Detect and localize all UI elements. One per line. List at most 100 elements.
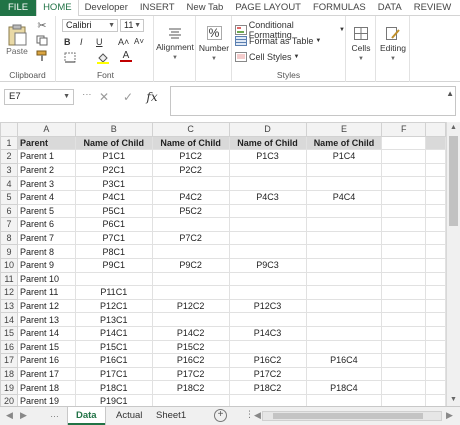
cell-c6[interactable]: P5C2	[151, 203, 230, 219]
cell-b6[interactable]: P5C1	[74, 203, 153, 219]
shrink-font-button[interactable]: A˅	[134, 37, 144, 46]
cell-b12[interactable]: P11C1	[74, 285, 153, 300]
cell-e15[interactable]	[305, 325, 383, 341]
vertical-scroll-thumb[interactable]	[449, 136, 458, 226]
cell-a12[interactable]: Parent 11	[16, 285, 76, 300]
cell-e3[interactable]	[305, 162, 383, 178]
underline-button[interactable]: U	[96, 37, 103, 47]
cell-g19[interactable]	[425, 380, 446, 395]
sheet-more-right[interactable]: ⋮	[245, 409, 254, 420]
cell-c9[interactable]	[151, 244, 230, 259]
cell-a9[interactable]: Parent 8	[16, 244, 76, 259]
font-size-dropdown[interactable]: 11 ▼	[120, 19, 144, 32]
ribbon-tab-file[interactable]: FILE	[0, 0, 37, 16]
cell-f6[interactable]	[381, 203, 427, 219]
cell-b1[interactable]: Name of Child	[74, 135, 153, 151]
row-header[interactable]: 13	[0, 298, 18, 314]
cell-f13[interactable]	[381, 298, 427, 314]
cell-c20[interactable]	[151, 393, 230, 406]
ribbon-tab-insert[interactable]: INSERT	[134, 0, 181, 16]
cell-f14[interactable]	[381, 312, 427, 327]
ribbon-tab-formulas[interactable]: FORMULAS	[307, 0, 372, 16]
cell-g9[interactable]	[425, 244, 446, 259]
fill-color-button[interactable]	[96, 52, 110, 64]
cell-f15[interactable]	[381, 325, 427, 341]
cell-g13[interactable]	[425, 298, 446, 314]
cut-button[interactable]: ✂	[33, 19, 51, 32]
cell-d13[interactable]: P12C3	[228, 298, 307, 314]
cell-b2[interactable]: P1C1	[74, 149, 153, 164]
column-header-d[interactable]: D	[228, 122, 307, 137]
cell-b15[interactable]: P14C1	[74, 325, 153, 341]
cell-g15[interactable]	[425, 325, 446, 341]
cell-a4[interactable]: Parent 3	[16, 176, 76, 191]
cell-e2[interactable]: P1C4	[305, 149, 383, 164]
cell-e20[interactable]	[305, 393, 383, 406]
cell-f12[interactable]	[381, 285, 427, 300]
cell-d3[interactable]	[228, 162, 307, 178]
cell-f16[interactable]	[381, 339, 427, 355]
scroll-down-icon[interactable]: ▼	[447, 394, 460, 406]
select-all-corner[interactable]	[0, 122, 18, 137]
cell-e1[interactable]: Name of Child	[305, 135, 383, 151]
cell-d19[interactable]: P18C2	[228, 380, 307, 395]
cell-a19[interactable]: Parent 18	[16, 380, 76, 395]
cell-c11[interactable]	[151, 271, 230, 287]
cell-c3[interactable]: P2C2	[151, 162, 230, 178]
number-button[interactable]: % Number ▼	[197, 20, 231, 68]
cell-g8[interactable]	[425, 230, 446, 246]
column-header-b[interactable]: B	[74, 122, 153, 137]
add-sheet-icon[interactable]: +	[214, 409, 227, 422]
cell-d20[interactable]	[228, 393, 307, 406]
column-header-f[interactable]: F	[381, 122, 427, 137]
cell-f7[interactable]	[381, 217, 427, 232]
cell-g2[interactable]	[425, 149, 446, 164]
cell-f20[interactable]	[381, 393, 427, 406]
cell-d8[interactable]	[228, 230, 307, 246]
ribbon-tab-page-layout[interactable]: PAGE LAYOUT	[229, 0, 307, 16]
borders-button[interactable]	[64, 52, 76, 63]
grow-font-button[interactable]: A˄	[118, 37, 129, 47]
cell-g10[interactable]	[425, 257, 446, 273]
cell-d5[interactable]: P4C3	[228, 189, 307, 205]
cell-d17[interactable]: P16C2	[228, 353, 307, 368]
cell-b20[interactable]: P19C1	[74, 393, 153, 406]
cell-b3[interactable]: P2C1	[74, 162, 153, 178]
cell-c17[interactable]: P16C2	[151, 353, 230, 368]
cell-c12[interactable]	[151, 285, 230, 300]
cell-g7[interactable]	[425, 217, 446, 232]
cell-f8[interactable]	[381, 230, 427, 246]
column-header-g[interactable]	[425, 122, 446, 137]
horizontal-scroll-thumb[interactable]	[273, 413, 423, 419]
cell-d16[interactable]	[228, 339, 307, 355]
cell-b19[interactable]: P18C1	[74, 380, 153, 395]
cell-b13[interactable]: P12C1	[74, 298, 153, 314]
name-box[interactable]: E7 ▼	[4, 89, 74, 105]
cell-e16[interactable]	[305, 339, 383, 355]
row-header[interactable]: 4	[0, 176, 18, 191]
cell-d7[interactable]	[228, 217, 307, 232]
cell-b11[interactable]	[74, 271, 153, 287]
cell-c19[interactable]: P18C2	[151, 380, 230, 395]
cell-b10[interactable]: P9C1	[74, 257, 153, 273]
cell-b18[interactable]: P17C1	[74, 366, 153, 382]
cell-e10[interactable]	[305, 257, 383, 273]
cell-b14[interactable]: P13C1	[74, 312, 153, 327]
cancel-icon[interactable]: ✕	[92, 90, 116, 104]
cell-e5[interactable]: P4C4	[305, 189, 383, 205]
cell-f5[interactable]	[381, 189, 427, 205]
format-as-table-button[interactable]: Format as Table ▼	[235, 36, 321, 46]
cell-d6[interactable]	[228, 203, 307, 219]
horizontal-scrollbar[interactable]	[262, 411, 442, 421]
ribbon-tab-new-tab[interactable]: New Tab	[181, 0, 230, 16]
cell-a1[interactable]: Parent	[16, 135, 76, 151]
cell-a20[interactable]: Parent 19	[16, 393, 76, 406]
cell-d18[interactable]: P17C2	[228, 366, 307, 382]
sheet-tab-data[interactable]: Data	[68, 407, 105, 425]
column-header-c[interactable]: C	[151, 122, 230, 137]
cell-c10[interactable]: P9C2	[151, 257, 230, 273]
cell-e8[interactable]	[305, 230, 383, 246]
cell-c16[interactable]: P15C2	[151, 339, 230, 355]
sheet-tab-actual[interactable]: Actual	[108, 407, 150, 425]
cell-g12[interactable]	[425, 285, 446, 300]
